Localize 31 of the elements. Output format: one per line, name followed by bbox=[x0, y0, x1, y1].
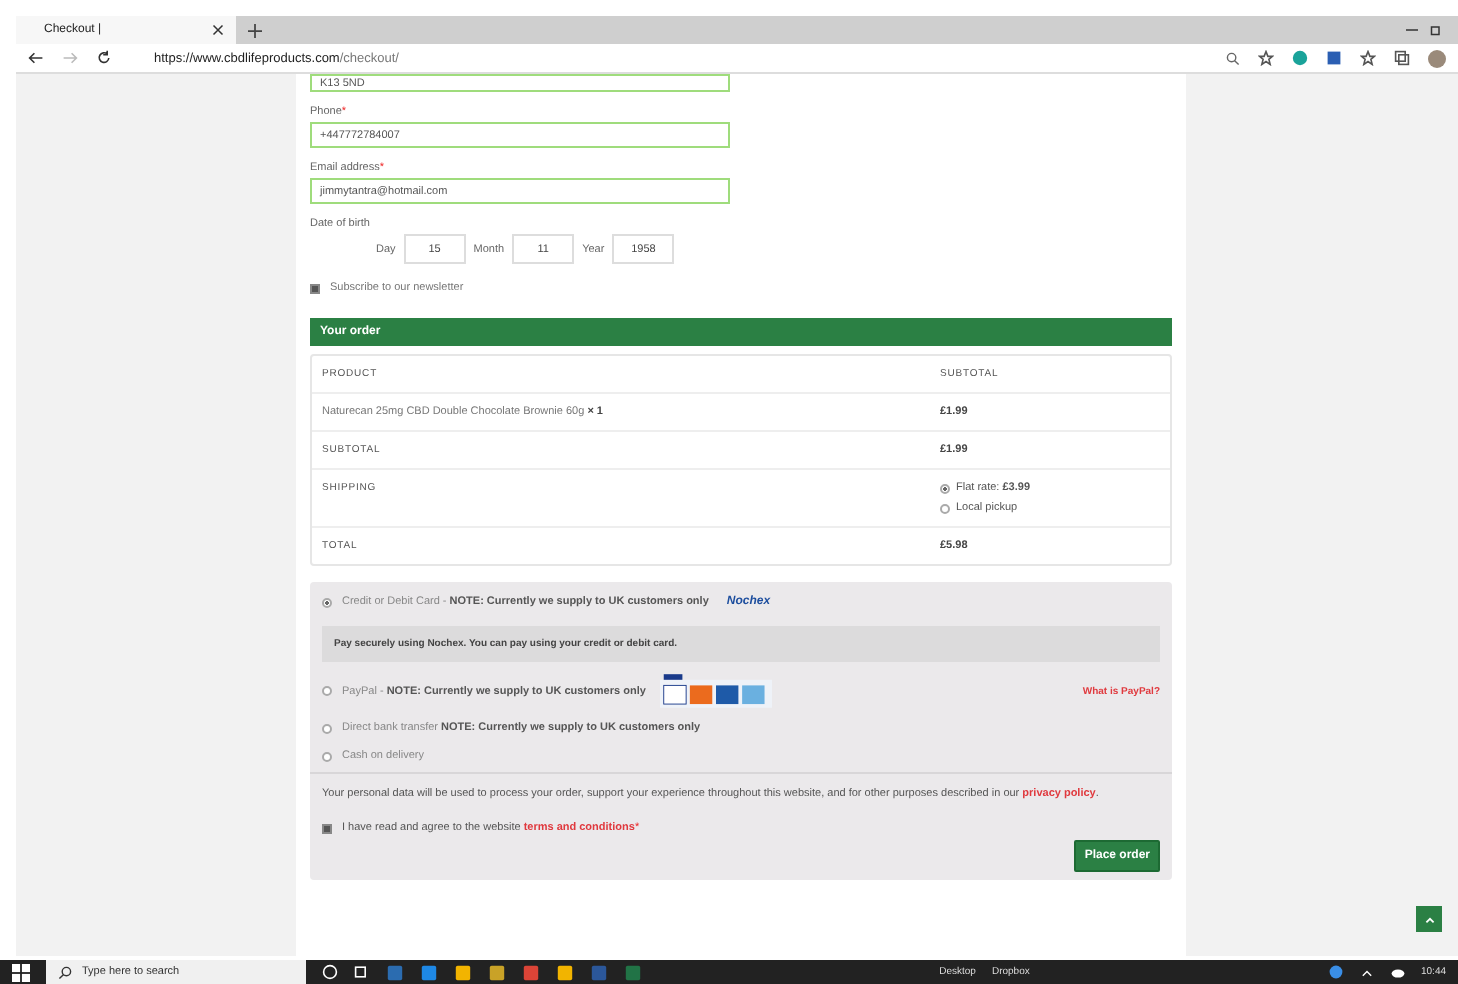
radio-button[interactable] bbox=[322, 751, 332, 761]
back-icon[interactable] bbox=[28, 50, 44, 66]
chevron-up-icon bbox=[1423, 913, 1435, 925]
reload-icon[interactable] bbox=[96, 50, 112, 66]
radio-button[interactable] bbox=[322, 597, 332, 607]
extension-icon[interactable] bbox=[1292, 50, 1308, 66]
star-icon[interactable] bbox=[1258, 50, 1274, 66]
windows-icon[interactable] bbox=[12, 963, 30, 981]
scroll-to-top-button[interactable] bbox=[1416, 906, 1442, 932]
minimize-icon[interactable] bbox=[1406, 24, 1418, 36]
checkbox[interactable] bbox=[322, 823, 332, 834]
cortana-icon[interactable] bbox=[322, 964, 338, 980]
extension-icon[interactable] bbox=[1326, 50, 1342, 66]
collections-icon[interactable] bbox=[1394, 50, 1410, 66]
checkbox[interactable] bbox=[310, 283, 320, 293]
restore-icon[interactable] bbox=[1430, 24, 1442, 36]
task-view-icon[interactable] bbox=[354, 964, 370, 980]
avatar-icon[interactable] bbox=[1428, 49, 1446, 67]
zoom-icon[interactable] bbox=[1226, 51, 1240, 65]
radio-button[interactable] bbox=[322, 723, 332, 733]
radio-button[interactable] bbox=[940, 483, 950, 493]
radio-button[interactable] bbox=[940, 503, 950, 513]
search-icon bbox=[58, 965, 72, 979]
new-tab-icon[interactable] bbox=[248, 23, 262, 37]
card-logos-icon bbox=[659, 674, 772, 708]
close-icon[interactable] bbox=[212, 24, 224, 36]
radio-button[interactable] bbox=[322, 686, 332, 696]
tray-icon[interactable] bbox=[1327, 964, 1343, 980]
chevron-up-icon[interactable] bbox=[1359, 965, 1373, 979]
cloud-icon[interactable] bbox=[1389, 964, 1405, 980]
favorites-icon[interactable] bbox=[1360, 50, 1376, 66]
